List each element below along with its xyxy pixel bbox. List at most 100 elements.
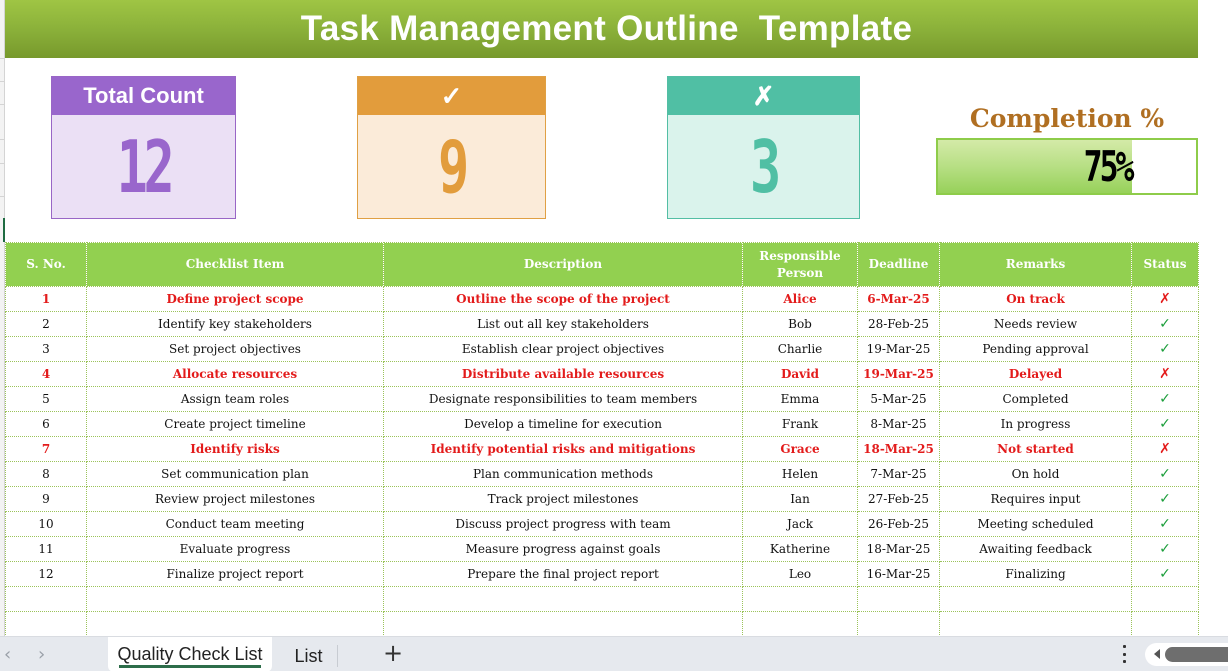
cell-description[interactable]: Outline the scope of the project [383,286,743,312]
cell-remarks[interactable]: Awaiting feedback [939,536,1132,562]
empty-cell[interactable] [857,611,940,637]
cell-description[interactable]: Plan communication methods [383,461,743,487]
add-sheet-button[interactable]: + [383,639,403,667]
empty-cell[interactable] [86,611,384,637]
cell-description[interactable]: Track project milestones [383,486,743,512]
cell-remarks[interactable]: Delayed [939,361,1132,387]
cell-description[interactable]: Prepare the final project report [383,561,743,587]
cell-row-number[interactable]: 4 [5,361,87,387]
cell-status[interactable]: ✓ [1131,386,1199,412]
cell-description[interactable]: Discuss project progress with team [383,511,743,537]
cell-deadline[interactable]: 6-Mar-25 [857,286,940,312]
cell-status[interactable]: ✓ [1131,511,1199,537]
cell-status[interactable]: ✗ [1131,286,1199,312]
cell-responsible-person[interactable]: Emma [742,386,858,412]
cell-checklist-item[interactable]: Conduct team meeting [86,511,384,537]
cell-status[interactable]: ✓ [1131,561,1199,587]
cell-row-number[interactable]: 10 [5,511,87,537]
cell-responsible-person[interactable]: Charlie [742,336,858,362]
cell-description[interactable]: Measure progress against goals [383,536,743,562]
cell-responsible-person[interactable]: Helen [742,461,858,487]
cell-status[interactable]: ✓ [1131,486,1199,512]
empty-cell[interactable] [742,586,858,612]
cell-remarks[interactable]: Pending approval [939,336,1132,362]
cell-remarks[interactable]: Not started [939,436,1132,462]
empty-cell[interactable] [383,586,743,612]
cell-row-number[interactable]: 3 [5,336,87,362]
cell-checklist-item[interactable]: Set communication plan [86,461,384,487]
cell-checklist-item[interactable]: Evaluate progress [86,536,384,562]
cell-deadline[interactable]: 28-Feb-25 [857,311,940,337]
cell-status[interactable]: ✓ [1131,461,1199,487]
cell-responsible-person[interactable]: Bob [742,311,858,337]
cell-deadline[interactable]: 19-Mar-25 [857,336,940,362]
cell-remarks[interactable]: In progress [939,411,1132,437]
cell-checklist-item[interactable]: Finalize project report [86,561,384,587]
empty-cell[interactable] [939,611,1132,637]
cell-checklist-item[interactable]: Assign team roles [86,386,384,412]
cell-checklist-item[interactable]: Review project milestones [86,486,384,512]
cell-deadline[interactable]: 7-Mar-25 [857,461,940,487]
cell-responsible-person[interactable]: David [742,361,858,387]
cell-deadline[interactable]: 8-Mar-25 [857,411,940,437]
sheet-tab-list[interactable]: List [280,645,338,667]
cell-responsible-person[interactable]: Ian [742,486,858,512]
cell-remarks[interactable]: Meeting scheduled [939,511,1132,537]
cell-status[interactable]: ✗ [1131,436,1199,462]
cell-responsible-person[interactable]: Leo [742,561,858,587]
cell-remarks[interactable]: Requires input [939,486,1132,512]
cell-status[interactable]: ✓ [1131,411,1199,437]
cell-row-number[interactable]: 11 [5,536,87,562]
cell-checklist-item[interactable]: Create project timeline [86,411,384,437]
cell-row-number[interactable]: 2 [5,311,87,337]
cell-row-number[interactable]: 7 [5,436,87,462]
cell-responsible-person[interactable]: Alice [742,286,858,312]
cell-deadline[interactable]: 5-Mar-25 [857,386,940,412]
cell-row-number[interactable]: 8 [5,461,87,487]
empty-cell[interactable] [857,586,940,612]
cell-row-number[interactable]: 6 [5,411,87,437]
empty-cell[interactable] [1131,611,1199,637]
more-options-icon[interactable] [1120,645,1128,663]
cell-remarks[interactable]: Completed [939,386,1132,412]
empty-cell[interactable] [86,586,384,612]
cell-status[interactable]: ✓ [1131,536,1199,562]
cell-deadline[interactable]: 18-Mar-25 [857,536,940,562]
empty-cell[interactable] [1131,586,1199,612]
scroll-left-icon[interactable] [1154,649,1160,659]
cell-checklist-item[interactable]: Define project scope [86,286,384,312]
cell-remarks[interactable]: Finalizing [939,561,1132,587]
cell-deadline[interactable]: 16-Mar-25 [857,561,940,587]
cell-description[interactable]: Develop a timeline for execution [383,411,743,437]
cell-status[interactable]: ✓ [1131,311,1199,337]
cell-row-number[interactable]: 5 [5,386,87,412]
cell-description[interactable]: Distribute available resources [383,361,743,387]
cell-status[interactable]: ✗ [1131,361,1199,387]
cell-status[interactable]: ✓ [1131,336,1199,362]
cell-checklist-item[interactable]: Set project objectives [86,336,384,362]
cell-deadline[interactable]: 18-Mar-25 [857,436,940,462]
empty-cell[interactable] [939,586,1132,612]
cell-deadline[interactable]: 26-Feb-25 [857,511,940,537]
cell-remarks[interactable]: Needs review [939,311,1132,337]
cell-checklist-item[interactable]: Allocate resources [86,361,384,387]
cell-deadline[interactable]: 19-Mar-25 [857,361,940,387]
empty-cell[interactable] [5,586,87,612]
cell-responsible-person[interactable]: Jack [742,511,858,537]
prev-sheet-button[interactable]: ‹ [4,644,11,665]
cell-checklist-item[interactable]: Identify risks [86,436,384,462]
empty-cell[interactable] [383,611,743,637]
cell-responsible-person[interactable]: Grace [742,436,858,462]
cell-responsible-person[interactable]: Katherine [742,536,858,562]
empty-cell[interactable] [742,611,858,637]
empty-cell[interactable] [5,611,87,637]
cell-row-number[interactable]: 12 [5,561,87,587]
cell-row-number[interactable]: 1 [5,286,87,312]
cell-row-number[interactable]: 9 [5,486,87,512]
cell-responsible-person[interactable]: Frank [742,411,858,437]
horizontal-scrollbar[interactable] [1145,643,1228,666]
cell-deadline[interactable]: 27-Feb-25 [857,486,940,512]
cell-checklist-item[interactable]: Identify key stakeholders [86,311,384,337]
next-sheet-button[interactable]: › [38,644,45,665]
sheet-tab-quality-check-list[interactable]: Quality Check List [108,637,272,671]
